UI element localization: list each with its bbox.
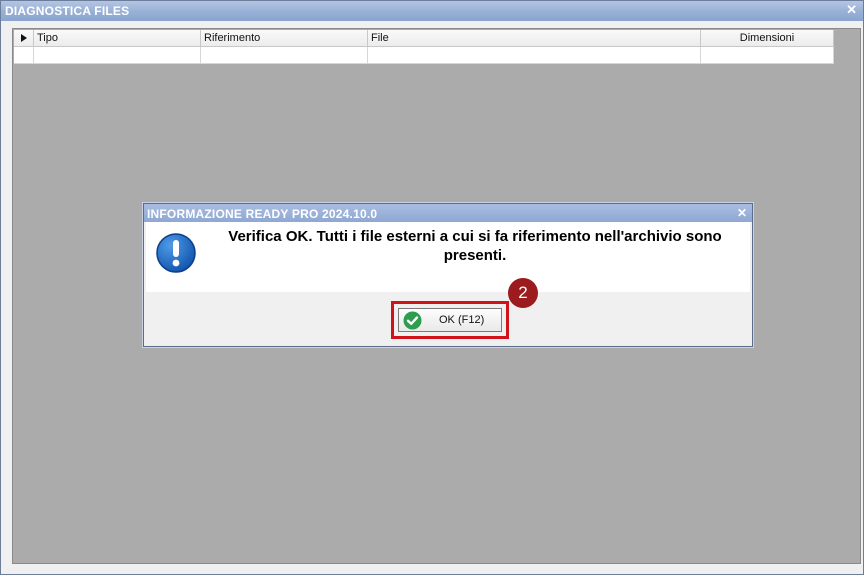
window-close-icon[interactable]: ✕ xyxy=(846,3,857,17)
window-titlebar[interactable]: DIAGNOSTICA FILES ✕ xyxy=(1,1,863,21)
dialog-titlebar[interactable]: INFORMAZIONE READY PRO 2024.10.0 ✕ xyxy=(144,204,752,222)
cell-file[interactable] xyxy=(368,47,701,63)
row-indicator-icon xyxy=(14,30,34,46)
column-header-dimensioni[interactable]: Dimensioni xyxy=(701,30,834,46)
row-selector[interactable] xyxy=(14,47,34,63)
column-header-tipo[interactable]: Tipo xyxy=(34,30,201,46)
dialog-message: Verifica OK. Tutti i file esterni a cui … xyxy=(228,228,722,264)
cell-tipo[interactable] xyxy=(34,47,201,63)
dialog-title: INFORMAZIONE READY PRO 2024.10.0 xyxy=(147,207,378,221)
ok-button-highlight: OK (F12) xyxy=(391,301,509,339)
ok-button[interactable]: OK (F12) xyxy=(398,308,502,332)
column-header-riferimento[interactable]: Riferimento xyxy=(201,30,368,46)
files-grid[interactable]: Tipo Riferimento File Dimensioni xyxy=(14,30,834,64)
grid-header: Tipo Riferimento File Dimensioni xyxy=(14,30,834,47)
dialog-close-icon[interactable]: ✕ xyxy=(737,206,747,220)
window-title: DIAGNOSTICA FILES xyxy=(5,4,130,18)
ok-button-label: OK (F12) xyxy=(439,314,485,326)
dialog-message-area: Verifica OK. Tutti i file esterni a cui … xyxy=(146,222,750,292)
cell-dimensioni[interactable] xyxy=(701,47,834,63)
table-row[interactable] xyxy=(14,47,834,64)
column-header-file[interactable]: File xyxy=(368,30,701,46)
green-check-icon xyxy=(403,311,422,330)
step-number-badge: 2 xyxy=(508,278,538,308)
cell-riferimento[interactable] xyxy=(201,47,368,63)
info-dialog: INFORMAZIONE READY PRO 2024.10.0 ✕ Verif… xyxy=(143,203,753,347)
exclamation-info-icon xyxy=(156,233,196,273)
